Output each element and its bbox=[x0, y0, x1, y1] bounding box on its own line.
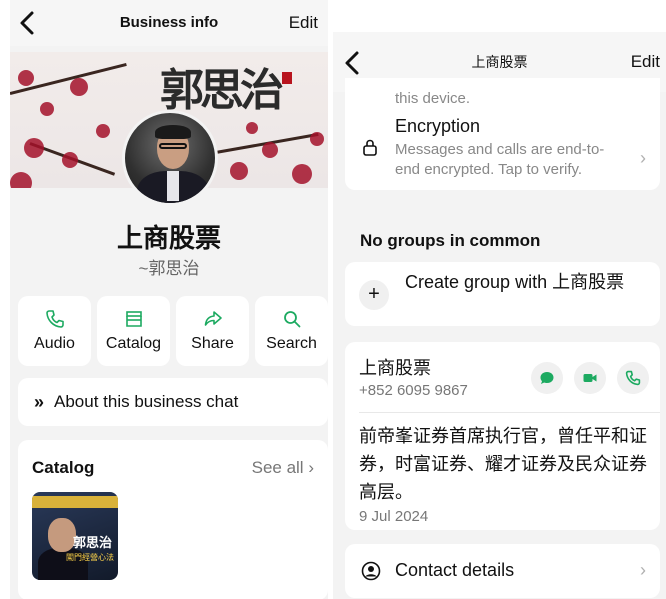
video-camera-icon bbox=[583, 374, 597, 382]
encryption-title: Encryption bbox=[395, 116, 481, 136]
seal-stamp bbox=[282, 72, 292, 84]
search-button[interactable]: Search bbox=[255, 296, 328, 366]
thumb-title: 郭思治 bbox=[72, 535, 112, 550]
avatar-hair bbox=[155, 125, 191, 139]
contact-info-panel: this device. 上商股票 Edit this device. Encr… bbox=[333, 32, 666, 599]
double-chevron-icon: » bbox=[34, 391, 44, 412]
message-button[interactable] bbox=[531, 362, 563, 394]
catalog-heading: Catalog bbox=[32, 458, 95, 477]
chat-bubble-icon bbox=[540, 372, 554, 384]
avatar-glasses bbox=[159, 143, 187, 149]
avatar-shirt bbox=[167, 171, 179, 201]
groups-heading: No groups in common bbox=[360, 231, 541, 250]
back-chevron-icon[interactable] bbox=[16, 10, 38, 36]
share-button[interactable]: Share bbox=[176, 296, 249, 366]
edit-button[interactable]: Edit bbox=[289, 0, 318, 46]
person-circle-icon bbox=[361, 561, 381, 581]
contact-details-row[interactable]: Contact details › bbox=[345, 544, 660, 598]
catalog-label: Catalog bbox=[105, 335, 162, 352]
chevron-right-icon: › bbox=[640, 148, 646, 168]
contact-phone[interactable]: +852 6095 9867 bbox=[359, 382, 468, 399]
bio-date: 9 Jul 2024 bbox=[359, 508, 429, 525]
page-title: Business info bbox=[119, 14, 219, 31]
blossom-decoration bbox=[18, 70, 34, 86]
blossom-decoration bbox=[246, 122, 258, 134]
search-label: Search bbox=[266, 335, 317, 352]
contact-bio: 前帝峯证券首席执行官，曾任平和证券，时富证券、耀才证券及民众证券高层。 bbox=[359, 426, 647, 502]
voice-call-button[interactable] bbox=[617, 362, 649, 394]
business-name: 上商股票 bbox=[116, 223, 221, 253]
left-nav-bar: Business info Edit bbox=[10, 0, 328, 46]
see-all-label: See all bbox=[251, 458, 304, 477]
contact-card: 上商股票 +852 6095 9867 前帝峯证券首席执行官，曾任平和证券，时富… bbox=[345, 342, 660, 530]
blossom-decoration bbox=[262, 142, 278, 158]
blossom-decoration bbox=[10, 172, 32, 188]
create-group-row[interactable]: + Create group with 上商股票 bbox=[345, 262, 660, 326]
avatar[interactable] bbox=[122, 110, 218, 206]
blossom-decoration bbox=[310, 132, 324, 146]
about-business-chat-row[interactable]: » About this business chat bbox=[18, 378, 328, 426]
catalog-card: Catalog See all › 郭思治 闖門經營心法 bbox=[18, 440, 328, 599]
audio-label: Audio bbox=[34, 335, 75, 352]
lock-icon bbox=[363, 139, 377, 156]
blossom-decoration bbox=[70, 78, 88, 96]
encryption-description: Messages and calls are end-to-end encryp… bbox=[395, 141, 605, 178]
blossom-decoration bbox=[230, 162, 248, 180]
blossom-decoration bbox=[62, 152, 78, 168]
phone-icon bbox=[625, 370, 641, 386]
chevron-right-icon: › bbox=[640, 560, 646, 580]
catalog-button[interactable]: Catalog bbox=[97, 296, 170, 366]
blossom-decoration bbox=[40, 102, 54, 116]
about-business-chat-label: About this business chat bbox=[54, 392, 239, 411]
thumb-subtitle: 闖門經營心法 bbox=[66, 553, 114, 562]
storefront-icon bbox=[125, 311, 142, 327]
contact-name: 上商股票 bbox=[359, 358, 431, 378]
contact-details-label: Contact details bbox=[395, 560, 515, 580]
catalog-item-thumbnail[interactable]: 郭思治 闖門經營心法 bbox=[32, 492, 118, 580]
audio-button[interactable]: Audio bbox=[18, 296, 91, 366]
see-all-link[interactable]: See all › bbox=[252, 458, 314, 478]
plus-icon: + bbox=[359, 280, 389, 310]
previous-card-text: this device. bbox=[395, 90, 471, 107]
business-info-panel: Business info Edit 郭思治 上商股票 ~郭思治 Audio C… bbox=[10, 0, 328, 599]
business-subtitle: ~郭思治 bbox=[138, 259, 200, 278]
search-icon bbox=[283, 311, 300, 328]
video-call-button[interactable] bbox=[574, 362, 606, 394]
share-icon bbox=[204, 311, 222, 326]
create-group-label: Create group with 上商股票 bbox=[405, 272, 625, 292]
action-buttons: Audio Catalog Share Search bbox=[18, 296, 328, 366]
blossom-decoration bbox=[24, 138, 44, 158]
chevron-right-icon: › bbox=[308, 458, 314, 477]
calligraphy-art: 郭思治 bbox=[160, 65, 284, 116]
share-label: Share bbox=[191, 335, 234, 352]
divider bbox=[359, 412, 660, 413]
blossom-decoration bbox=[96, 124, 110, 138]
thumb-person-face bbox=[48, 518, 76, 552]
blossom-decoration bbox=[292, 164, 312, 184]
phone-icon bbox=[45, 310, 64, 328]
encryption-row[interactable]: this device. Encryption Messages and cal… bbox=[345, 78, 660, 190]
thumb-header-band bbox=[32, 496, 118, 508]
back-chevron-icon[interactable] bbox=[341, 50, 363, 76]
